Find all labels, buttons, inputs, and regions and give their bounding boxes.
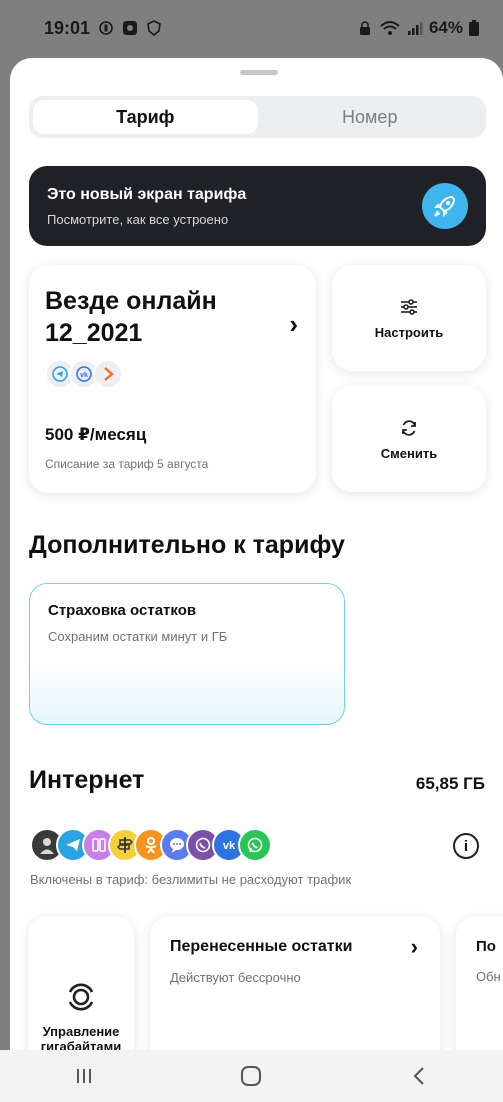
- manage-gb-button[interactable]: Управление гигабайтами: [28, 916, 134, 1050]
- battery-percent: 64%: [428, 18, 463, 37]
- svg-text:vk: vk: [223, 840, 236, 852]
- configure-button[interactable]: Настроить: [332, 265, 486, 371]
- next-card-peek[interactable]: По Обн: [456, 916, 503, 1050]
- wifi-icon: [380, 21, 400, 35]
- peek-subtitle: Обн: [476, 969, 501, 984]
- photo-icon: [123, 21, 138, 35]
- carried-over-subtitle: Действуют бессрочно: [170, 970, 301, 985]
- sheet-drag-handle[interactable]: [240, 70, 278, 75]
- status-bar: 19:01 64%: [0, 0, 503, 56]
- recent-apps-icon: [76, 1069, 91, 1083]
- home-button[interactable]: [221, 1056, 281, 1096]
- insurance-title: Страховка остатков: [48, 602, 197, 619]
- info-icon[interactable]: i: [453, 833, 479, 859]
- internet-amount: 65,85 ГБ: [415, 774, 485, 793]
- unlimited-apps-row[interactable]: vk: [30, 828, 272, 862]
- change-button[interactable]: Сменить: [332, 386, 486, 492]
- lock-icon: [359, 21, 370, 35]
- chevron-app-icon: [93, 359, 123, 389]
- battery-icon: [469, 20, 479, 36]
- carried-over-title: Перенесенные остатки: [170, 938, 353, 955]
- change-label: Сменить: [380, 445, 438, 461]
- bottom-sheet: Тариф Номер Это новый экран тарифа Посмо…: [10, 58, 503, 1050]
- tariff-price: 500 ₽/месяц: [45, 425, 147, 444]
- refresh-icon: [402, 419, 416, 436]
- signal-icon: [407, 22, 423, 35]
- manage-gb-label: Управление гигабайтами: [40, 1024, 122, 1050]
- tab-number[interactable]: Номер: [258, 100, 483, 134]
- internet-heading: Интернет: [29, 766, 145, 794]
- configure-label: Настроить: [374, 324, 444, 340]
- insurance-subtitle: Сохраним остатки минут и ГБ: [48, 629, 228, 644]
- tariff-name: Везде онлайн 12_2021: [45, 287, 217, 347]
- chevron-right-icon: ›: [289, 309, 298, 339]
- gigabytes-icon: [68, 983, 94, 1011]
- insurance-card[interactable]: Страховка остатков Сохраним остатки мину…: [29, 583, 345, 725]
- chevron-right-icon: ›: [410, 934, 418, 959]
- banner-subtitle: Посмотрите, как все устроено: [47, 211, 229, 227]
- sliders-icon: [401, 298, 417, 315]
- svg-text:vk: vk: [80, 372, 88, 379]
- new-screen-banner[interactable]: Это новый экран тарифа Посмотрите, как в…: [29, 166, 486, 246]
- peek-title: По: [476, 938, 496, 955]
- tab-tariff[interactable]: Тариф: [33, 100, 258, 134]
- charge-note: Списание за тариф 5 августа: [45, 457, 209, 471]
- rocket-icon: [422, 183, 468, 229]
- system-nav-bar: [0, 1050, 503, 1102]
- back-icon: [413, 1067, 424, 1085]
- status-time: 19:01: [44, 17, 91, 38]
- segmented-tabs: Тариф Номер: [29, 96, 486, 138]
- shield-icon: [147, 20, 161, 36]
- tariff-apps: vk: [45, 359, 300, 389]
- back-button[interactable]: [389, 1056, 449, 1096]
- tariff-card[interactable]: Везде онлайн 12_2021 › vk 500 ₽/месяц Сп…: [29, 265, 316, 493]
- vibrate-icon: [99, 21, 113, 35]
- banner-title: Это новый экран тарифа: [47, 185, 247, 203]
- included-note: Включены в тариф: безлимиты не расходуют…: [30, 872, 352, 887]
- home-icon: [241, 1066, 262, 1086]
- extra-heading: Дополнительно к тарифу: [29, 531, 345, 559]
- recent-apps-button[interactable]: [54, 1056, 114, 1096]
- whatsapp-icon: [238, 828, 272, 862]
- carried-over-card[interactable]: Перенесенные остатки Действуют бессрочно…: [150, 916, 440, 1050]
